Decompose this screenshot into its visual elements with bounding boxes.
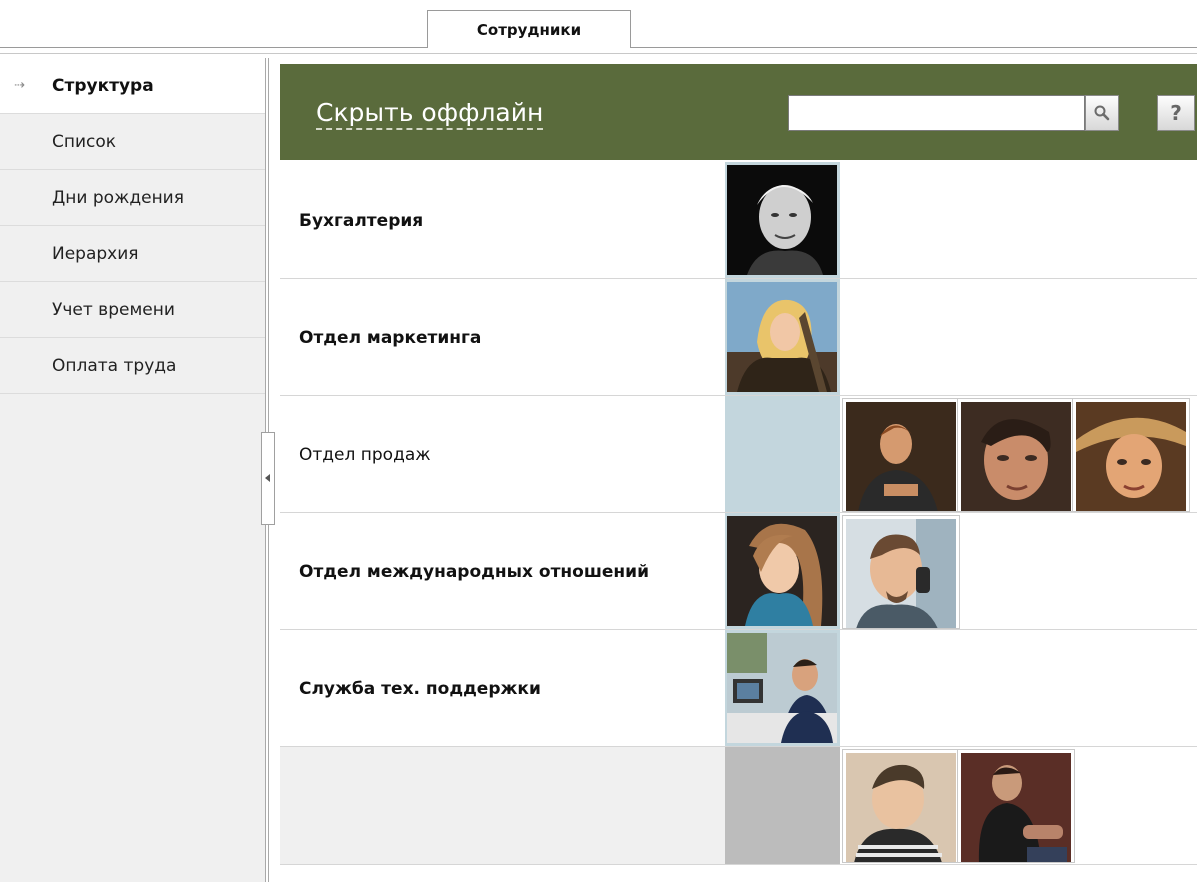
sidebar-item-label: Структура	[52, 75, 154, 96]
department-row: Отдел международных отношений	[280, 513, 1197, 630]
employee-photo[interactable]	[1072, 398, 1190, 512]
sidebar-collapse-handle[interactable]	[261, 432, 275, 525]
department-name[interactable]: Отдел международных отношений	[299, 562, 649, 582]
department-head-cell	[725, 396, 840, 512]
employee-photo[interactable]	[727, 633, 837, 743]
hide-offline-link[interactable]: Скрыть оффлайн	[316, 98, 544, 130]
sidebar-item-time-tracking[interactable]: Учет времени	[0, 282, 265, 338]
department-name[interactable]: Отдел маркетинга	[299, 328, 481, 348]
employee-photo[interactable]	[727, 516, 837, 626]
department-name[interactable]: Отдел продаж	[299, 445, 431, 465]
department-row: Отдел продаж	[280, 396, 1197, 513]
employee-photo[interactable]	[727, 282, 837, 392]
department-name[interactable]: Бухгалтерия	[299, 211, 423, 231]
department-head-cell	[725, 162, 840, 278]
sidebar-item-label: Список	[52, 131, 117, 152]
sidebar-item-hierarchy[interactable]: Иерархия	[0, 226, 265, 282]
sidebar-item-label: Оплата труда	[52, 355, 177, 376]
department-row	[280, 747, 1197, 865]
employee-photo[interactable]	[727, 165, 837, 275]
department-head-cell	[725, 513, 840, 629]
department-row: Служба тех. поддержки	[280, 630, 1197, 747]
department-head-cell	[725, 747, 840, 864]
sidebar-item-payroll[interactable]: Оплата труда	[0, 338, 265, 394]
sidebar-item-list[interactable]: Список	[0, 114, 265, 170]
structure-header: Скрыть оффлайн ?	[280, 64, 1197, 160]
sidebar-item-label: Иерархия	[52, 243, 139, 264]
employee-photo[interactable]	[842, 749, 960, 863]
employee-photo[interactable]	[842, 398, 960, 512]
department-head-cell	[725, 630, 840, 746]
sidebar-item-label: Дни рождения	[52, 187, 184, 208]
department-name[interactable]: Служба тех. поддержки	[299, 679, 541, 699]
help-button[interactable]: ?	[1157, 95, 1195, 131]
department-head-cell	[725, 279, 840, 395]
sidebar: ⇢ Структура Список Дни рождения Иерархия…	[0, 58, 265, 882]
collapse-left-icon	[265, 474, 270, 482]
department-row: Бухгалтерия	[280, 162, 1197, 279]
employee-photo[interactable]	[842, 515, 960, 629]
employee-photo[interactable]	[957, 398, 1075, 512]
unassigned-row-bg	[280, 747, 725, 864]
sidebar-item-structure[interactable]: ⇢ Структура	[0, 58, 265, 114]
arrow-right-icon: ⇢	[14, 78, 25, 93]
employee-photo[interactable]	[957, 749, 1075, 863]
search-input[interactable]	[788, 95, 1085, 131]
sidebar-item-birthdays[interactable]: Дни рождения	[0, 170, 265, 226]
search-button[interactable]	[1085, 95, 1119, 131]
tab-strip-line	[0, 53, 1197, 54]
sidebar-item-label: Учет времени	[52, 299, 175, 320]
tab-employees[interactable]: Сотрудники	[427, 10, 631, 48]
tab-strip: Сотрудники	[0, 0, 1197, 56]
department-row: Отдел маркетинга	[280, 279, 1197, 396]
magnifier-icon	[1094, 105, 1110, 121]
